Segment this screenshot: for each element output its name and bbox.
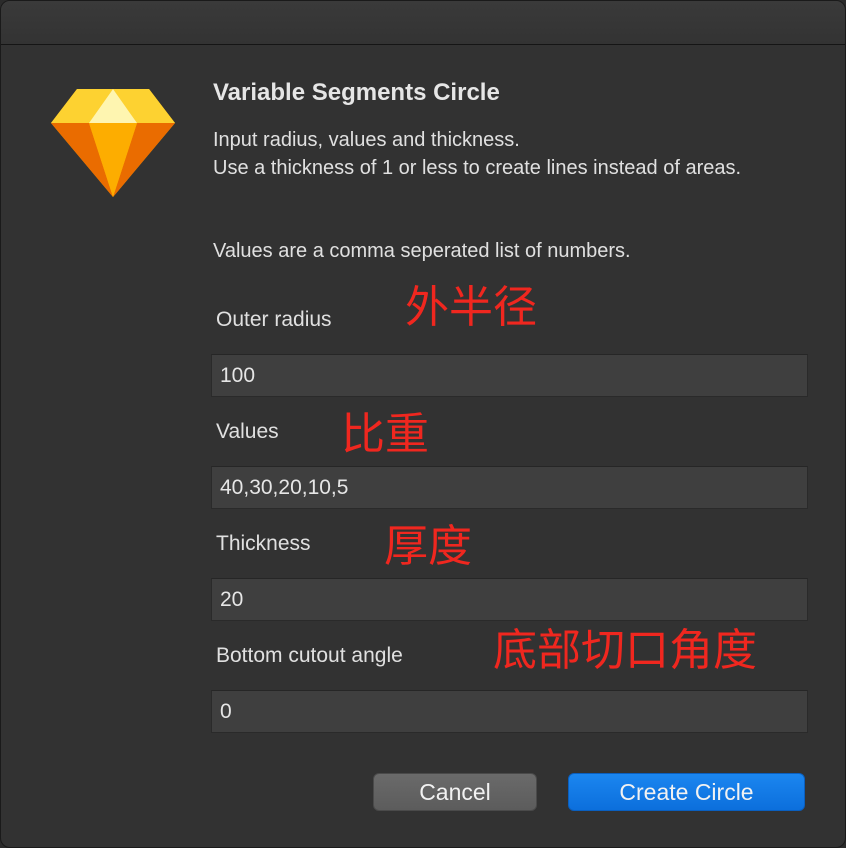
thickness-label: Thickness bbox=[216, 532, 311, 555]
title-bar[interactable] bbox=[1, 1, 845, 45]
thickness-annotation: 厚度 bbox=[384, 521, 472, 572]
outer-radius-annotation: 外半径 bbox=[405, 282, 537, 333]
cancel-button[interactable]: Cancel bbox=[373, 773, 537, 811]
outer-radius-label: Outer radius bbox=[216, 308, 332, 331]
description-line-2: Use a thickness of 1 or less to create l… bbox=[213, 157, 742, 179]
dialog-description: Input radius, values and thickness. Use … bbox=[213, 126, 793, 182]
thickness-field-container bbox=[211, 578, 808, 621]
dialog-window: Variable Segments Circle Input radius, v… bbox=[0, 0, 846, 848]
cutout-angle-label: Bottom cutout angle bbox=[216, 644, 403, 667]
cutout-angle-input[interactable] bbox=[212, 691, 807, 732]
cutout-angle-field-container bbox=[211, 690, 808, 733]
values-annotation: 比重 bbox=[341, 409, 429, 460]
values-field-container bbox=[211, 466, 808, 509]
values-input[interactable] bbox=[212, 467, 807, 508]
create-circle-button[interactable]: Create Circle bbox=[568, 773, 805, 811]
description-line-3: Values are a comma seperated list of num… bbox=[213, 240, 631, 262]
sketch-diamond-icon bbox=[51, 89, 175, 197]
dialog-title: Variable Segments Circle bbox=[213, 79, 500, 106]
outer-radius-input[interactable] bbox=[212, 355, 807, 396]
thickness-input[interactable] bbox=[212, 579, 807, 620]
values-label: Values bbox=[216, 420, 279, 443]
description-line-1: Input radius, values and thickness. bbox=[213, 129, 520, 151]
outer-radius-field-container bbox=[211, 354, 808, 397]
cutout-angle-annotation: 底部切口角度 bbox=[493, 625, 757, 676]
